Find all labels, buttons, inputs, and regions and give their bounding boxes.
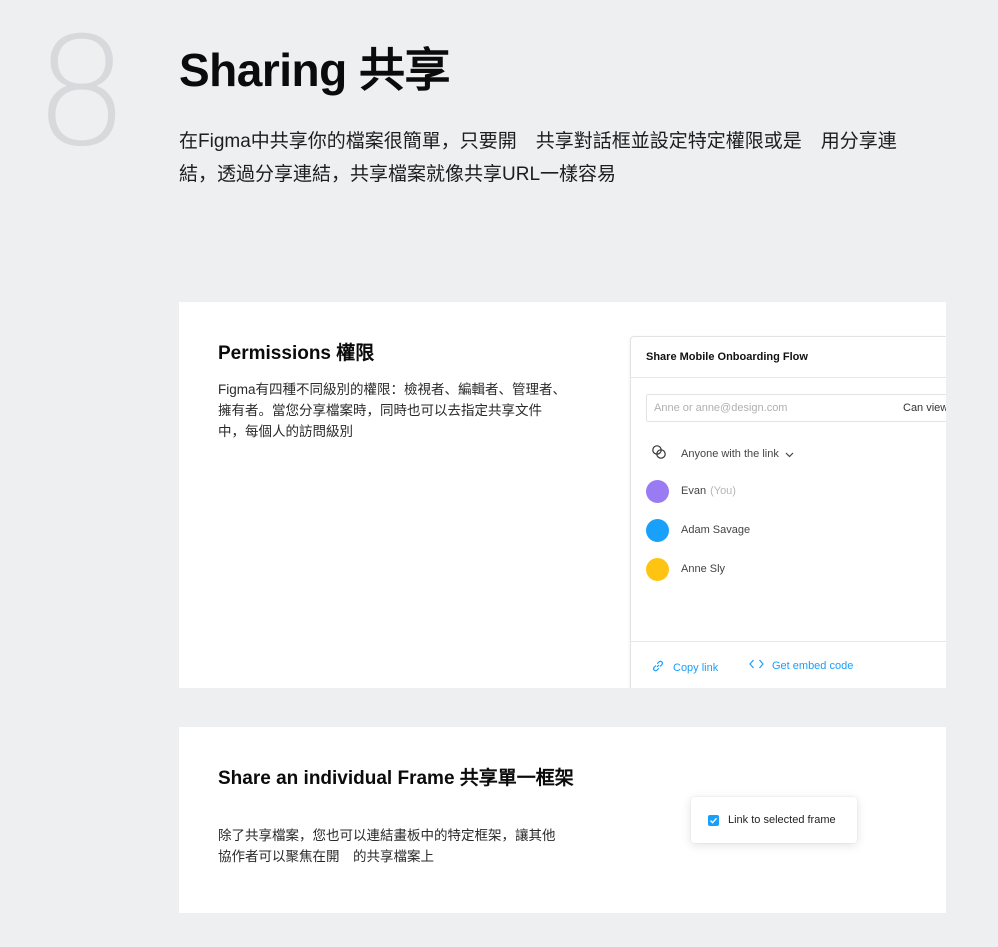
avatar <box>646 557 669 581</box>
checkmark-icon <box>710 817 718 824</box>
copy-link-icon <box>651 659 665 676</box>
link-access-row[interactable]: Anyone with the link <box>651 444 794 464</box>
section-title: Sharing 共享 <box>179 44 451 96</box>
avatar <box>646 479 669 503</box>
frame-share-heading: Share an individual Frame 共享單一框架 <box>218 768 574 789</box>
permissions-heading: Permissions 權限 <box>218 343 375 364</box>
link-frame-option[interactable]: Link to selected frame <box>691 797 857 843</box>
section-number: 8 <box>34 6 129 180</box>
person-row: Adam Savage <box>646 518 750 542</box>
permissions-card: Permissions 權限 Figma有四種不同級別的權限：檢視者、編輯者、管… <box>179 302 946 688</box>
embed-code-label: Get embed code <box>772 659 854 672</box>
link-access-label: Anyone with the link <box>681 448 779 460</box>
frame-share-card: Share an individual Frame 共享單一框架 除了共享檔案，… <box>179 727 946 913</box>
embed-code-icon <box>749 659 764 672</box>
person-row: Evan (You) <box>646 479 736 503</box>
embed-code-button[interactable]: Get embed code <box>749 659 853 672</box>
link-frame-label: Link to selected frame <box>728 814 836 826</box>
frame-share-body: 除了共享檔案，您也可以連結畫板中的特定框架，讓其他協作者可以聚焦在開 的共享檔案… <box>218 828 556 864</box>
avatar <box>646 518 669 542</box>
link-frame-checkbox[interactable] <box>708 814 719 826</box>
section-intro: 在Figma中共享你的檔案很簡單，只要開 共享對話框並設定特定權限或是 用分享連… <box>179 131 897 185</box>
copy-link-button[interactable]: Copy link <box>651 659 718 676</box>
person-name: Anne Sly <box>681 563 726 575</box>
person-name: Evan (You) <box>681 485 736 497</box>
permissions-body: Figma有四種不同級別的權限：檢視者、編輯者、管理者、擁有者。當您分享檔案時，… <box>218 382 567 439</box>
invite-row: Can view <box>646 394 946 422</box>
person-row: Anne Sly <box>646 557 725 581</box>
share-dialog-footer: Copy link Get embed code <box>631 641 946 688</box>
chevron-down-icon <box>785 445 794 463</box>
email-input[interactable] <box>647 395 874 421</box>
share-dialog-title: Share Mobile Onboarding Flow <box>631 337 946 378</box>
permission-select[interactable]: Can view <box>903 402 946 414</box>
you-label: (You) <box>710 485 736 497</box>
share-dialog: Share Mobile Onboarding Flow Can view An… <box>630 336 946 688</box>
copy-link-label: Copy link <box>673 661 719 674</box>
link-access-icon <box>651 444 667 465</box>
person-name: Adam Savage <box>681 524 751 536</box>
